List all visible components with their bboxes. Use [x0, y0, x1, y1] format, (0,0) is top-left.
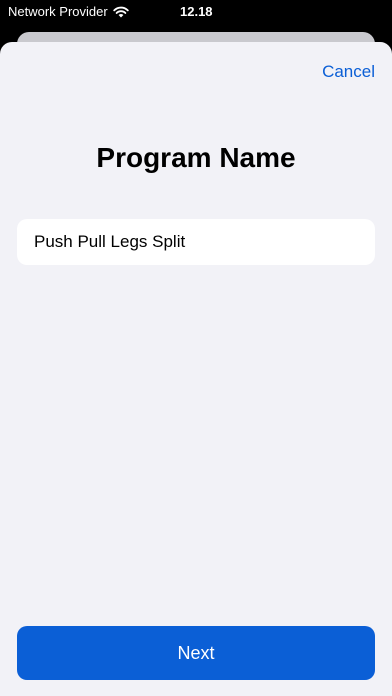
program-name-sheet: Cancel Program Name Next: [0, 42, 392, 696]
program-name-input[interactable]: [34, 232, 358, 252]
next-button[interactable]: Next: [17, 626, 375, 680]
page-title: Program Name: [96, 142, 296, 173]
carrier-name: Network Provider: [8, 4, 108, 19]
status-time: 12.18: [180, 4, 213, 19]
cancel-button[interactable]: Cancel: [322, 62, 375, 82]
status-carrier-group: Network Provider: [8, 4, 129, 19]
status-bar: Network Provider 12.18: [0, 0, 392, 26]
program-name-field[interactable]: [17, 219, 375, 265]
wifi-icon: [113, 6, 129, 17]
